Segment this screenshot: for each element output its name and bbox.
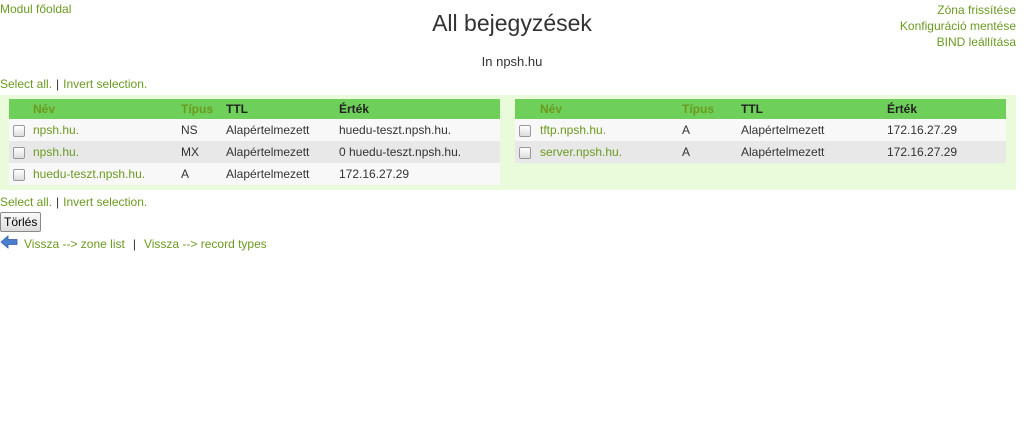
table-row: npsh.hu. MX Alapértelmezett 0 huedu-tesz… (9, 141, 500, 163)
table-header: Név Típus TTL Érték (9, 99, 500, 119)
record-ttl: Alapértelmezett (741, 141, 887, 163)
separator: | (56, 77, 60, 91)
record-value: 0 huedu-teszt.npsh.hu. (339, 141, 500, 163)
record-type: MX (181, 141, 226, 163)
record-value: 172.16.27.29 (887, 119, 1006, 141)
record-name-link[interactable]: npsh.hu. (33, 123, 79, 137)
record-name-link[interactable]: tftp.npsh.hu. (540, 123, 606, 137)
record-type: NS (181, 119, 226, 141)
record-value: huedu-teszt.npsh.hu. (339, 119, 500, 141)
col-name[interactable]: Név (540, 99, 682, 119)
separator: | (56, 195, 60, 209)
record-name-link[interactable]: server.npsh.hu. (540, 145, 622, 159)
record-value: 172.16.27.29 (887, 141, 1006, 163)
select-all-link[interactable]: Select all. (0, 195, 52, 209)
stop-bind-link[interactable]: BIND leállítása (937, 35, 1016, 49)
record-name-link[interactable]: npsh.hu. (33, 145, 79, 159)
invert-selection-link[interactable]: Invert selection. (63, 77, 147, 91)
col-name[interactable]: Név (33, 99, 181, 119)
row-checkbox[interactable] (13, 168, 25, 181)
col-value: Érték (339, 99, 500, 119)
back-zone-list-link[interactable]: Vissza --> zone list (24, 237, 125, 251)
back-links: Vissza --> zone list | Vissza --> record… (0, 234, 267, 253)
record-type: A (181, 163, 226, 185)
table-row: server.npsh.hu. A Alapértelmezett 172.16… (515, 141, 1006, 163)
table-row: huedu-teszt.npsh.hu. A Alapértelmezett 1… (9, 163, 500, 185)
table-row: npsh.hu. NS Alapértelmezett huedu-teszt.… (9, 119, 500, 141)
row-checkbox[interactable] (13, 124, 25, 137)
col-ttl: TTL (741, 99, 887, 119)
record-ttl: Alapértelmezett (741, 119, 887, 141)
records-table-right: Név Típus TTL Érték tftp.npsh.hu. A Alap… (515, 99, 1006, 163)
record-ttl: Alapértelmezett (226, 163, 339, 185)
col-type[interactable]: Típus (181, 99, 226, 119)
page-subtitle: In npsh.hu (481, 54, 543, 69)
record-value: 172.16.27.29 (339, 163, 500, 185)
invert-selection-link[interactable]: Invert selection. (63, 195, 147, 209)
back-arrow-icon[interactable] (0, 234, 18, 253)
row-checkbox[interactable] (519, 146, 531, 159)
select-all-link[interactable]: Select all. (0, 77, 52, 91)
record-name-link[interactable]: huedu-teszt.npsh.hu. (33, 167, 145, 181)
row-checkbox[interactable] (13, 146, 25, 159)
record-ttl: Alapértelmezett (226, 119, 339, 141)
records-panel: Név Típus TTL Érték npsh.hu. NS Alapérte… (0, 95, 1016, 190)
record-ttl: Alapértelmezett (226, 141, 339, 163)
page-title: All bejegyzések (432, 10, 592, 36)
record-type: A (682, 119, 741, 141)
back-record-types-link[interactable]: Vissza --> record types (144, 237, 267, 251)
row-checkbox[interactable] (519, 124, 531, 137)
delete-button[interactable]: Törlés (0, 212, 42, 232)
col-type[interactable]: Típus (682, 99, 741, 119)
table-row: tftp.npsh.hu. A Alapértelmezett 172.16.2… (515, 119, 1006, 141)
records-table-left: Név Típus TTL Érték npsh.hu. NS Alapérte… (9, 99, 500, 185)
record-type: A (682, 141, 741, 163)
separator: | (132, 236, 136, 251)
table-header: Név Típus TTL Érték (515, 99, 1006, 119)
selection-links-top: Select all. | Invert selection. (0, 77, 147, 91)
selection-links-bottom: Select all. | Invert selection. (0, 195, 147, 209)
col-value: Érték (887, 99, 1006, 119)
col-ttl: TTL (226, 99, 339, 119)
